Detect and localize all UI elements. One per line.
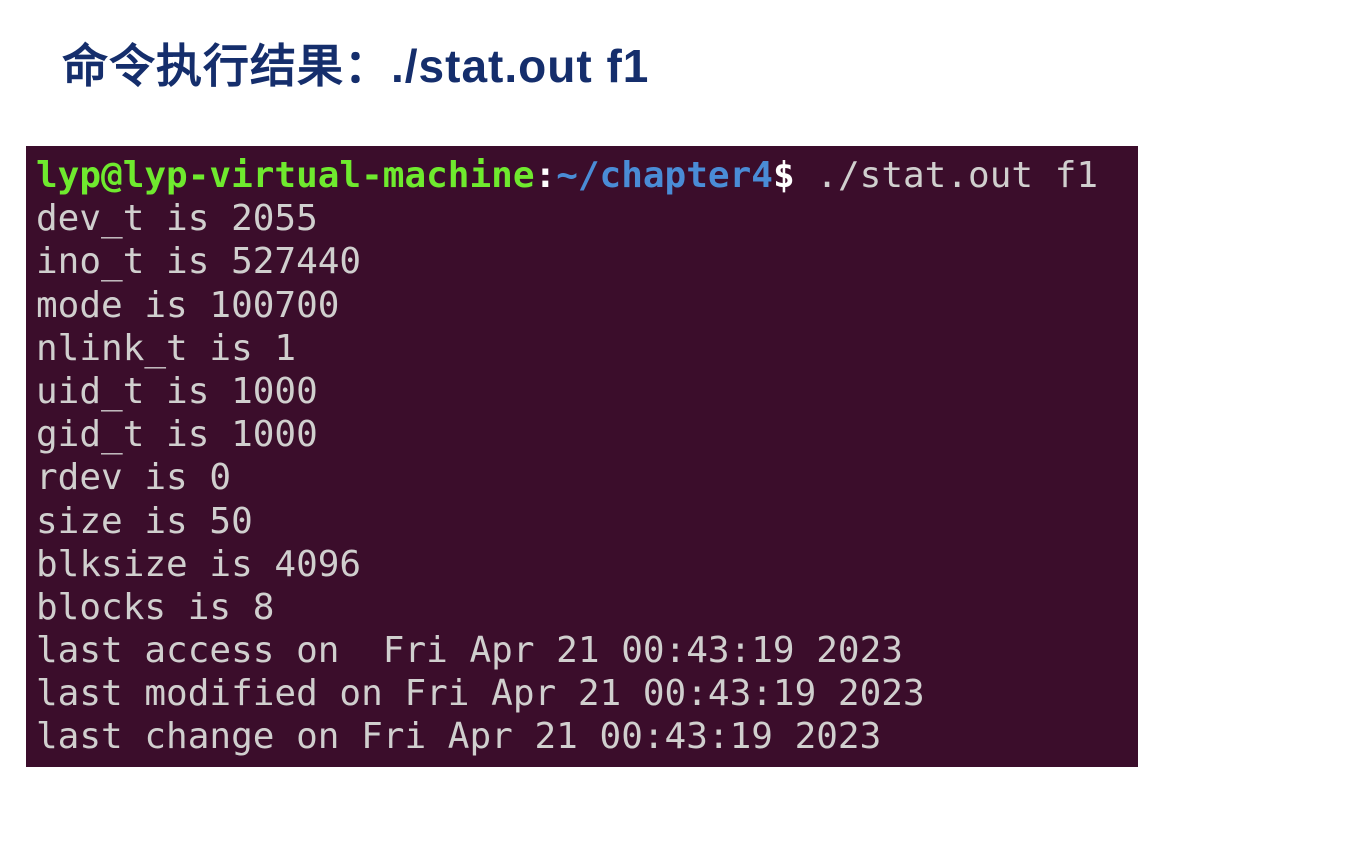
terminal-output-line: last change on Fri Apr 21 00:43:19 2023 bbox=[36, 715, 1138, 758]
terminal-output-line: gid_t is 1000 bbox=[36, 413, 1138, 456]
terminal-output-line: last access on Fri Apr 21 00:43:19 2023 bbox=[36, 629, 1138, 672]
terminal-output-line: size is 50 bbox=[36, 500, 1138, 543]
prompt-command: ./stat.out f1 bbox=[795, 155, 1098, 196]
terminal-output-line: blksize is 4096 bbox=[36, 543, 1138, 586]
prompt-user-host: lyp@lyp-virtual-machine bbox=[36, 155, 535, 196]
terminal-output-line: ino_t is 527440 bbox=[36, 240, 1138, 283]
terminal-output-line: last modified on Fri Apr 21 00:43:19 202… bbox=[36, 672, 1138, 715]
heading-command: ./stat.out f1 bbox=[391, 40, 649, 92]
terminal-output-line: dev_t is 2055 bbox=[36, 197, 1138, 240]
prompt-colon: : bbox=[535, 155, 557, 196]
page-heading: 命令执行结果：./stat.out f1 bbox=[62, 30, 1346, 96]
terminal-window: lyp@lyp-virtual-machine:~/chapter4$ ./st… bbox=[26, 146, 1138, 767]
prompt-dollar: $ bbox=[773, 155, 795, 196]
terminal-output-line: rdev is 0 bbox=[36, 456, 1138, 499]
prompt-path: ~/chapter4 bbox=[556, 155, 773, 196]
terminal-output-line: mode is 100700 bbox=[36, 284, 1138, 327]
heading-label: 命令执行结果： bbox=[62, 40, 391, 92]
terminal-output-line: uid_t is 1000 bbox=[36, 370, 1138, 413]
terminal-output-line: blocks is 8 bbox=[36, 586, 1138, 629]
terminal-prompt-line: lyp@lyp-virtual-machine:~/chapter4$ ./st… bbox=[36, 154, 1138, 197]
terminal-output-line: nlink_t is 1 bbox=[36, 327, 1138, 370]
